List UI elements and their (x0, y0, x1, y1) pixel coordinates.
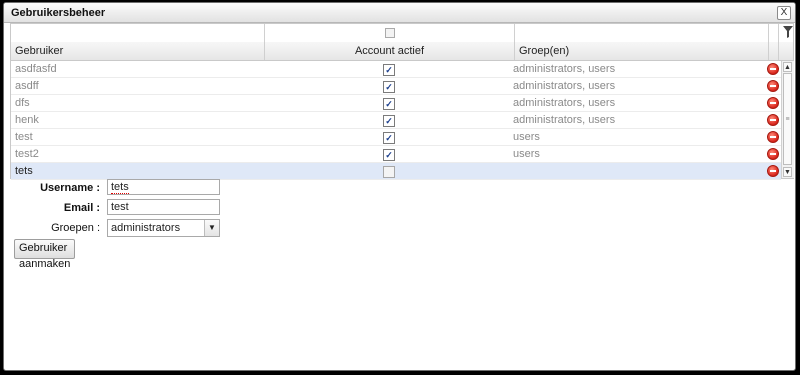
active-checkbox[interactable]: ✓ (383, 115, 395, 127)
user-name: tets (15, 165, 33, 177)
groups-select[interactable]: administrators ▼ (107, 219, 220, 237)
user-name: dfs (15, 97, 30, 109)
user-groups: administrators, users (513, 114, 616, 126)
username-label: Username : (40, 182, 100, 194)
table-row[interactable]: asdfasfd ✓ administrators, users (11, 61, 781, 78)
email-label: Email : (63, 202, 100, 214)
email-field[interactable]: test (107, 199, 220, 215)
table-row-selected[interactable]: tets (11, 163, 781, 180)
groups-select-value: administrators (111, 222, 181, 234)
delete-icon[interactable] (767, 80, 779, 92)
column-header-groups[interactable]: Groep(en) (515, 42, 769, 60)
user-groups: administrators, users (513, 80, 616, 92)
user-name: henk (15, 114, 39, 126)
filter-user-input[interactable] (13, 26, 258, 40)
dialog-title: Gebruikersbeheer (11, 7, 106, 19)
user-name: test2 (15, 148, 39, 160)
user-groups: administrators, users (513, 63, 616, 75)
delete-icon[interactable] (767, 63, 779, 75)
column-header-row: Gebruiker Account actief Groep(en) (11, 42, 793, 61)
filter-icon[interactable] (783, 26, 793, 38)
active-checkbox[interactable] (383, 166, 395, 178)
groups-row: Groepen : administrators ▼ (10, 219, 230, 237)
filter-groups-cell[interactable] (515, 24, 769, 42)
filter-user-cell[interactable] (11, 24, 265, 42)
vertical-scrollbar[interactable]: ▲ ≡ ▼ (781, 61, 794, 178)
user-groups: users (513, 131, 540, 143)
delete-icon[interactable] (767, 131, 779, 143)
delete-icon[interactable] (767, 97, 779, 109)
username-row: Username : tets (10, 179, 230, 197)
table-row[interactable]: dfs ✓ administrators, users (11, 95, 781, 112)
delete-icon[interactable] (767, 114, 779, 126)
chevron-down-icon[interactable]: ▼ (204, 220, 219, 236)
active-checkbox[interactable]: ✓ (383, 98, 395, 110)
active-checkbox[interactable]: ✓ (383, 81, 395, 93)
filter-groups-input[interactable] (517, 26, 762, 40)
user-name: asdfasfd (15, 63, 57, 75)
titlebar: Gebruikersbeheer X (4, 3, 795, 23)
filter-button[interactable] (779, 24, 793, 42)
table-row[interactable]: asdff ✓ administrators, users (11, 78, 781, 95)
email-row: Email : test (10, 199, 230, 217)
users-grid: Gebruiker Account actief Groep(en) asdfa… (10, 23, 794, 180)
user-name: test (15, 131, 33, 143)
username-value: tets (111, 181, 129, 194)
scroll-down-icon[interactable]: ▼ (783, 167, 792, 177)
user-management-dialog: Gebruikersbeheer X Gebruiker Account act… (3, 2, 796, 371)
user-groups: users (513, 148, 540, 160)
scrollbar-thumb[interactable]: ≡ (783, 73, 792, 165)
active-checkbox[interactable]: ✓ (383, 149, 395, 161)
active-checkbox[interactable]: ✓ (383, 64, 395, 76)
active-checkbox[interactable]: ✓ (383, 132, 395, 144)
filter-active-cell[interactable] (265, 24, 515, 42)
username-field[interactable]: tets (107, 179, 220, 195)
table-row[interactable]: test ✓ users (11, 129, 781, 146)
create-user-button[interactable]: Gebruiker aanmaken (14, 239, 76, 270)
email-value: test (111, 201, 129, 213)
table-row[interactable]: henk ✓ administrators, users (11, 112, 781, 129)
filter-row (11, 24, 793, 43)
table-row[interactable]: test2 ✓ users (11, 146, 781, 163)
groups-label: Groepen : (51, 222, 100, 234)
delete-icon[interactable] (767, 165, 779, 177)
column-header-spacer (769, 42, 779, 60)
user-name: asdff (15, 80, 39, 92)
column-header-active[interactable]: Account actief (265, 42, 515, 60)
filter-spacer (769, 24, 779, 42)
delete-icon[interactable] (767, 148, 779, 160)
user-groups: administrators, users (513, 97, 616, 109)
scroll-up-icon[interactable]: ▲ (783, 62, 792, 72)
close-button[interactable]: X (777, 6, 791, 20)
column-header-user[interactable]: Gebruiker (11, 42, 265, 60)
filter-active-checkbox[interactable] (385, 28, 395, 38)
